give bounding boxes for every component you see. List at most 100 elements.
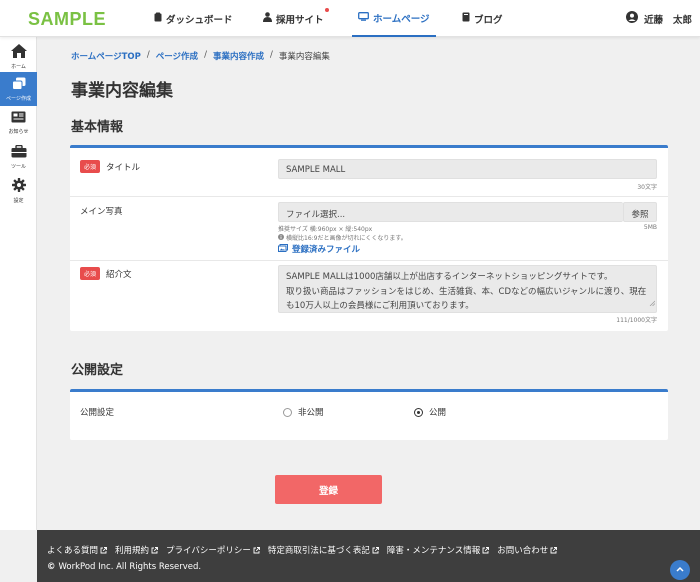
breadcrumb-separator: /: [146, 50, 150, 60]
title-char-counter: 30文字: [637, 184, 657, 191]
monitor-icon: [358, 11, 369, 24]
footer-link-faq[interactable]: よくある質問: [47, 544, 107, 556]
uploaded-file-link[interactable]: 登録済みファイル: [278, 243, 360, 255]
external-link-icon: [550, 546, 558, 554]
footer-link-label: よくある質問: [47, 546, 99, 556]
basic-info-card: 必須 タイトル SAMPLE MALL 30文字 メイン写真 ファイル選択...…: [70, 145, 668, 331]
photo-ratio-hint-text: 横縦比16:9だと画像が切れにくくなります。: [286, 235, 407, 242]
external-link-icon: [482, 546, 490, 554]
footer-link-commerce-law[interactable]: 特定商取引法に基づく表記: [268, 544, 379, 556]
intro-line: SAMPLE MALLは1000店舗以上が出店するインターネットショッピングサイ…: [286, 272, 613, 282]
title-row: 必須 タイトル SAMPLE MALL 30文字: [70, 148, 668, 197]
required-badge: 必須: [80, 267, 101, 280]
breadcrumb-page-create[interactable]: ページ作成: [156, 50, 198, 62]
breadcrumb: ホームページTOP / ページ作成 / 事業内容作成 / 事業内容編集: [71, 50, 330, 62]
photo-label: メイン写真: [80, 207, 123, 217]
submit-button[interactable]: 登録: [275, 475, 382, 504]
home-icon: [10, 44, 27, 61]
intro-line: も10万人以上の会員様にご利用頂いております。: [286, 301, 474, 311]
sidebar-item-page-create[interactable]: ページ作成: [0, 72, 37, 106]
radio-private-label: 非公開: [298, 408, 324, 418]
uploaded-file-label: 登録済みファイル: [292, 245, 361, 255]
external-link-icon: [253, 546, 260, 554]
footer: よくある質問 利用規約 プライバシーポリシー 特定商取引法に基づく表記 障害・メ…: [37, 530, 700, 582]
photo-size-limit: 5MB: [643, 224, 657, 231]
clipboard-icon: [154, 12, 162, 25]
book-icon: [462, 12, 470, 25]
sidebar-item-label: ページ作成: [6, 95, 31, 102]
footer-link-contact[interactable]: お問い合わせ: [497, 544, 558, 556]
scroll-to-top-button[interactable]: [670, 560, 690, 580]
user-first-name: 太郎: [672, 14, 692, 26]
radio-public-label: 公開: [429, 408, 447, 418]
footer-link-terms[interactable]: 利用規約: [115, 544, 158, 556]
user-avatar-icon: [625, 11, 638, 26]
radio-circle: [283, 407, 292, 417]
top-header: SAMPLE ダッシュボード 採用サイト ホームページ ブログ 近藤 太郎: [0, 0, 700, 37]
nav-homepage[interactable]: ホームページ: [352, 0, 436, 37]
chevron-up-icon: [676, 565, 684, 575]
section-title-basic-info: 基本情報: [71, 120, 124, 135]
radio-private[interactable]: 非公開: [283, 406, 324, 418]
news-icon: [11, 111, 26, 126]
external-link-icon: [100, 546, 107, 554]
logo[interactable]: SAMPLE: [28, 9, 106, 30]
sidebar-item-settings[interactable]: 設定: [0, 174, 37, 208]
user-last-name: 近藤: [643, 14, 663, 26]
radio-public[interactable]: 公開: [414, 406, 446, 418]
footer-link-label: 特定商取引法に基づく表記: [267, 546, 370, 556]
nav-homepage-label: ホームページ: [373, 13, 430, 25]
title-label-text: タイトル: [106, 162, 141, 173]
copyright: © WorkPod Inc. All Rights Reserved.: [47, 562, 201, 572]
intro-label: 必須 紹介文: [80, 267, 132, 280]
sidebar-item-news[interactable]: お知らせ: [0, 106, 37, 140]
intro-textarea[interactable]: SAMPLE MALLは1000店舗以上が出店するインターネットショッピングサイ…: [278, 265, 657, 313]
publish-label: 公開設定: [80, 408, 115, 418]
sidebar-item-home[interactable]: ホーム: [0, 40, 37, 74]
gear-icon: [11, 178, 26, 195]
resize-handle-icon[interactable]: [649, 297, 656, 312]
footer-link-maintenance[interactable]: 障害・メンテナンス情報: [386, 544, 490, 556]
image-icon: [278, 243, 288, 255]
intro-label-text: 紹介文: [106, 269, 132, 280]
nav-dashboard-label: ダッシュボード: [166, 14, 233, 26]
photo-row: メイン写真 ファイル選択... 参照 5MB 推奨サイズ 横:960px × 縦…: [70, 197, 668, 261]
breadcrumb-current: 事業内容編集: [278, 52, 330, 62]
footer-link-label: 障害・メンテナンス情報: [386, 546, 481, 556]
copyright-symbol: ©: [47, 562, 56, 572]
nav-recruit-site[interactable]: 採用サイト: [263, 0, 329, 37]
intro-char-counter: 111/1000文字: [616, 317, 657, 324]
nav-dashboard[interactable]: ダッシュボード: [154, 0, 233, 37]
sidebar-item-label: お知らせ: [8, 129, 29, 135]
footer-link-label: プライバシーポリシー: [166, 546, 251, 556]
intro-line: 取り扱い商品はファッションをはじめ、生活雑貨、本、CDなどの幅広いジャンルに渡り…: [286, 286, 647, 297]
sidebar-item-label: ツール: [10, 163, 26, 170]
footer-link-label: お問い合わせ: [497, 546, 549, 556]
intro-row: 必須 紹介文 SAMPLE MALLは1000店舗以上が出店するインターネットシ…: [70, 261, 668, 331]
sidebar: ホーム ページ作成 お知らせ ツール 設定: [0, 37, 37, 530]
photo-ratio-hint: 横縦比16:9だと画像が切れにくくなります。: [278, 233, 407, 242]
sidebar-item-tools[interactable]: ツール: [0, 140, 37, 174]
nav-blog[interactable]: ブログ: [462, 0, 503, 37]
breadcrumb-business-create[interactable]: 事業内容作成: [213, 50, 264, 62]
notification-dot: [324, 7, 329, 12]
photo-file-input[interactable]: ファイル選択...: [278, 202, 623, 222]
breadcrumb-homepage-top[interactable]: ホームページTOP: [71, 50, 141, 62]
footer-link-label: 利用規約: [115, 546, 150, 556]
user-menu[interactable]: 近藤 太郎: [625, 0, 692, 37]
nav-blog-label: ブログ: [474, 14, 503, 26]
footer-link-privacy[interactable]: プライバシーポリシー: [166, 544, 260, 556]
nav-recruit-label: 採用サイト: [276, 14, 324, 26]
toolbox-icon: [11, 144, 27, 161]
page-title: 事業内容編集: [71, 81, 173, 101]
photo-browse-button[interactable]: 参照: [623, 202, 657, 222]
breadcrumb-separator: /: [269, 50, 273, 60]
sidebar-item-label: ホーム: [11, 64, 26, 70]
publish-card: 公開設定 非公開 公開: [70, 389, 668, 440]
title-input[interactable]: SAMPLE MALL: [278, 159, 657, 179]
sidebar-item-label: 設定: [13, 198, 24, 204]
pages-icon: [11, 77, 26, 93]
breadcrumb-separator: /: [204, 50, 207, 60]
section-title-publish: 公開設定: [71, 363, 124, 378]
external-link-icon: [372, 546, 379, 554]
